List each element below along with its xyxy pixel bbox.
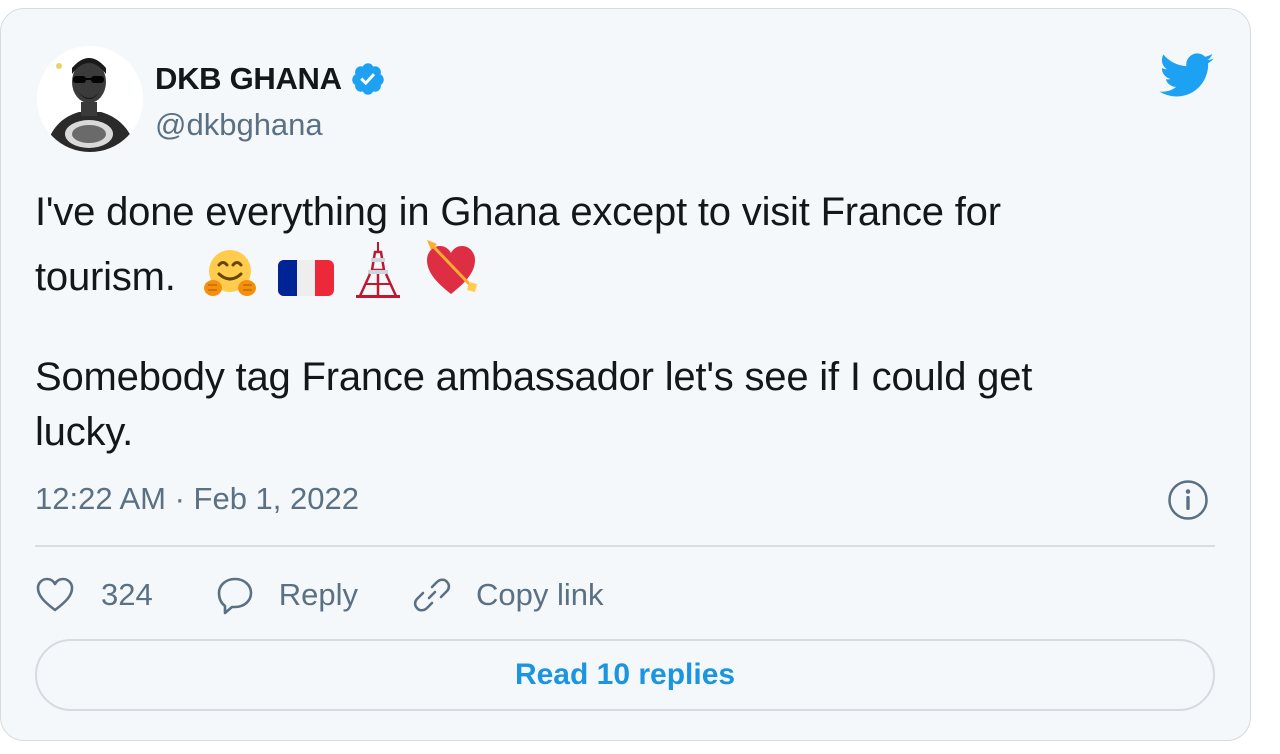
- tweet-line: I've done everything in Ghana except to …: [35, 190, 1001, 234]
- tweet-line-with-emojis: tourism.: [35, 240, 1215, 299]
- tweet-timestamp[interactable]: 12:22 AM · Feb 1, 2022: [35, 481, 359, 517]
- tweet-line-text: tourism.: [35, 255, 176, 299]
- info-icon[interactable]: [1167, 479, 1209, 521]
- paragraph-break: [35, 295, 1215, 350]
- tweet-line: Somebody tag France ambassador let's see…: [35, 355, 1033, 399]
- divider: [35, 545, 1215, 547]
- france-flag-emoji-icon: [277, 258, 334, 298]
- avatar[interactable]: [37, 46, 143, 152]
- reply-label: Reply: [278, 577, 358, 612]
- read-replies-button[interactable]: Read 10 replies: [35, 639, 1215, 711]
- twitter-bird-icon[interactable]: [1159, 53, 1215, 99]
- tweet-line: lucky.: [35, 410, 134, 454]
- copy-link-button[interactable]: Copy link: [412, 575, 604, 615]
- author-handle[interactable]: @dkbghana: [155, 107, 323, 143]
- read-replies-label: Read 10 replies: [514, 658, 736, 691]
- verified-badge-icon: [350, 61, 386, 97]
- tokyo-tower-emoji-icon: [354, 240, 402, 298]
- tweet-actions: 324 Reply Copy link: [35, 569, 604, 621]
- reply-button[interactable]: Reply: [215, 575, 358, 615]
- reply-icon: [215, 575, 255, 615]
- heart-icon: [35, 576, 75, 614]
- tweet-embed-card: DKB GHANA @dkbghana I've done everything…: [0, 8, 1251, 741]
- heart-with-arrow-emoji-icon: [423, 240, 479, 298]
- author-name[interactable]: DKB GHANA: [155, 61, 386, 97]
- copy-link-label: Copy link: [476, 577, 604, 612]
- link-icon: [412, 575, 452, 615]
- like-button[interactable]: 324: [35, 576, 153, 614]
- like-count: 324: [101, 577, 153, 612]
- hugging-face-emoji-icon: [203, 248, 257, 298]
- author-name-text[interactable]: DKB GHANA: [155, 61, 342, 97]
- tweet-text: I've done everything in Ghana except to …: [35, 185, 1215, 460]
